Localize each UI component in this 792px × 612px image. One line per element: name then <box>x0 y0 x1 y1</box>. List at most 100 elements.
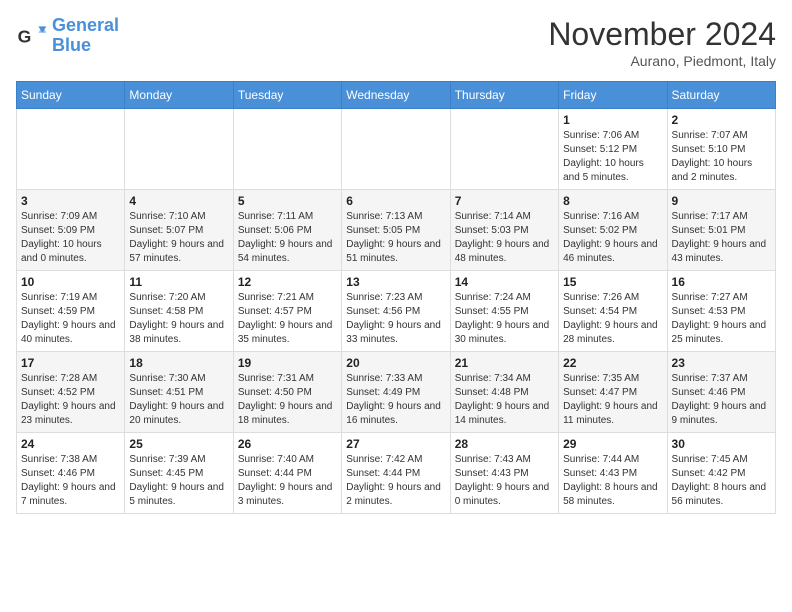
day-number: 20 <box>346 356 445 370</box>
day-header-friday: Friday <box>559 82 667 109</box>
day-header-thursday: Thursday <box>450 82 558 109</box>
day-info: Sunrise: 7:44 AM Sunset: 4:43 PM Dayligh… <box>563 453 662 509</box>
calendar-cell: 14 Sunrise: 7:24 AM Sunset: 4:55 PM Dayli… <box>450 271 558 352</box>
day-number: 5 <box>238 194 337 208</box>
day-info: Sunrise: 7:17 AM Sunset: 5:01 PM Dayligh… <box>672 210 771 266</box>
day-number: 2 <box>672 113 771 127</box>
day-info: Sunrise: 7:13 AM Sunset: 5:05 PM Dayligh… <box>346 210 445 266</box>
day-number: 9 <box>672 194 771 208</box>
calendar-cell: 21 Sunrise: 7:34 AM Sunset: 4:48 PM Dayli… <box>450 352 558 433</box>
day-number: 16 <box>672 275 771 289</box>
day-number: 24 <box>21 437 120 451</box>
calendar-cell <box>233 109 341 190</box>
calendar-cell: 27 Sunrise: 7:42 AM Sunset: 4:44 PM Dayli… <box>342 433 450 514</box>
day-number: 13 <box>346 275 445 289</box>
calendar-table: SundayMondayTuesdayWednesdayThursdayFrid… <box>16 81 776 514</box>
day-info: Sunrise: 7:11 AM Sunset: 5:06 PM Dayligh… <box>238 210 337 266</box>
day-info: Sunrise: 7:06 AM Sunset: 5:12 PM Dayligh… <box>563 129 662 185</box>
day-info: Sunrise: 7:31 AM Sunset: 4:50 PM Dayligh… <box>238 372 337 428</box>
calendar-cell: 30Sunrise: 7:45 AM Sunset: 4:42 PM Dayli… <box>667 433 775 514</box>
day-number: 15 <box>563 275 662 289</box>
day-header-tuesday: Tuesday <box>233 82 341 109</box>
day-number: 1 <box>563 113 662 127</box>
calendar-cell: 29 Sunrise: 7:44 AM Sunset: 4:43 PM Dayli… <box>559 433 667 514</box>
day-number: 18 <box>129 356 228 370</box>
day-header-sunday: Sunday <box>17 82 125 109</box>
day-number: 10 <box>21 275 120 289</box>
calendar-cell: 4 Sunrise: 7:10 AM Sunset: 5:07 PM Daylig… <box>125 190 233 271</box>
calendar-cell: 26 Sunrise: 7:40 AM Sunset: 4:44 PM Dayli… <box>233 433 341 514</box>
day-info: Sunrise: 7:19 AM Sunset: 4:59 PM Dayligh… <box>21 291 120 347</box>
calendar-cell: 19Sunrise: 7:31 AM Sunset: 4:50 PM Dayli… <box>233 352 341 433</box>
calendar-cell: 13 Sunrise: 7:23 AM Sunset: 4:56 PM Dayli… <box>342 271 450 352</box>
day-info: Sunrise: 7:35 AM Sunset: 4:47 PM Dayligh… <box>563 372 662 428</box>
calendar-cell: 17Sunrise: 7:28 AM Sunset: 4:52 PM Dayli… <box>17 352 125 433</box>
day-number: 3 <box>21 194 120 208</box>
day-number: 26 <box>238 437 337 451</box>
day-info: Sunrise: 7:21 AM Sunset: 4:57 PM Dayligh… <box>238 291 337 347</box>
day-header-monday: Monday <box>125 82 233 109</box>
day-number: 29 <box>563 437 662 451</box>
day-info: Sunrise: 7:30 AM Sunset: 4:51 PM Dayligh… <box>129 372 228 428</box>
day-number: 12 <box>238 275 337 289</box>
day-info: Sunrise: 7:28 AM Sunset: 4:52 PM Dayligh… <box>21 372 120 428</box>
day-info: Sunrise: 7:26 AM Sunset: 4:54 PM Dayligh… <box>563 291 662 347</box>
calendar-cell: 24 Sunrise: 7:38 AM Sunset: 4:46 PM Dayli… <box>17 433 125 514</box>
day-number: 27 <box>346 437 445 451</box>
day-info: Sunrise: 7:27 AM Sunset: 4:53 PM Dayligh… <box>672 291 771 347</box>
day-info: Sunrise: 7:34 AM Sunset: 4:48 PM Dayligh… <box>455 372 554 428</box>
day-header-saturday: Saturday <box>667 82 775 109</box>
day-number: 28 <box>455 437 554 451</box>
day-number: 23 <box>672 356 771 370</box>
calendar-cell: 12 Sunrise: 7:21 AM Sunset: 4:57 PM Dayli… <box>233 271 341 352</box>
day-number: 8 <box>563 194 662 208</box>
calendar-cell: 28 Sunrise: 7:43 AM Sunset: 4:43 PM Dayli… <box>450 433 558 514</box>
day-number: 14 <box>455 275 554 289</box>
day-number: 22 <box>563 356 662 370</box>
calendar-cell: 25Sunrise: 7:39 AM Sunset: 4:45 PM Dayli… <box>125 433 233 514</box>
day-info: Sunrise: 7:33 AM Sunset: 4:49 PM Dayligh… <box>346 372 445 428</box>
logo: G General Blue <box>16 16 119 56</box>
day-info: Sunrise: 7:10 AM Sunset: 5:07 PM Dayligh… <box>129 210 228 266</box>
day-info: Sunrise: 7:20 AM Sunset: 4:58 PM Dayligh… <box>129 291 228 347</box>
day-info: Sunrise: 7:24 AM Sunset: 4:55 PM Dayligh… <box>455 291 554 347</box>
day-header-wednesday: Wednesday <box>342 82 450 109</box>
calendar-cell: 16 Sunrise: 7:27 AM Sunset: 4:53 PM Dayli… <box>667 271 775 352</box>
day-info: Sunrise: 7:40 AM Sunset: 4:44 PM Dayligh… <box>238 453 337 509</box>
calendar-cell: 10 Sunrise: 7:19 AM Sunset: 4:59 PM Dayli… <box>17 271 125 352</box>
calendar-cell: 6 Sunrise: 7:13 AM Sunset: 5:05 PM Daylig… <box>342 190 450 271</box>
day-number: 11 <box>129 275 228 289</box>
day-number: 4 <box>129 194 228 208</box>
calendar-cell: 3 Sunrise: 7:09 AM Sunset: 5:09 PM Daylig… <box>17 190 125 271</box>
day-info: Sunrise: 7:07 AM Sunset: 5:10 PM Dayligh… <box>672 129 771 185</box>
logo-icon: G <box>16 20 48 52</box>
page-header: G General Blue November 2024 Aurano, Pie… <box>16 16 776 69</box>
day-info: Sunrise: 7:38 AM Sunset: 4:46 PM Dayligh… <box>21 453 120 509</box>
calendar-cell: 7Sunrise: 7:14 AM Sunset: 5:03 PM Daylig… <box>450 190 558 271</box>
month-title: November 2024 <box>548 16 776 53</box>
day-info: Sunrise: 7:42 AM Sunset: 4:44 PM Dayligh… <box>346 453 445 509</box>
calendar-cell: 1 Sunrise: 7:06 AM Sunset: 5:12 PM Daylig… <box>559 109 667 190</box>
day-info: Sunrise: 7:23 AM Sunset: 4:56 PM Dayligh… <box>346 291 445 347</box>
calendar-cell: 11 Sunrise: 7:20 AM Sunset: 4:58 PM Dayli… <box>125 271 233 352</box>
day-number: 6 <box>346 194 445 208</box>
day-info: Sunrise: 7:43 AM Sunset: 4:43 PM Dayligh… <box>455 453 554 509</box>
day-info: Sunrise: 7:14 AM Sunset: 5:03 PM Dayligh… <box>455 210 554 266</box>
calendar-cell: 9 Sunrise: 7:17 AM Sunset: 5:01 PM Daylig… <box>667 190 775 271</box>
calendar-cell: 18 Sunrise: 7:30 AM Sunset: 4:51 PM Dayli… <box>125 352 233 433</box>
calendar-cell: 2 Sunrise: 7:07 AM Sunset: 5:10 PM Daylig… <box>667 109 775 190</box>
day-info: Sunrise: 7:39 AM Sunset: 4:45 PM Dayligh… <box>129 453 228 509</box>
calendar-cell <box>342 109 450 190</box>
calendar-cell <box>450 109 558 190</box>
day-info: Sunrise: 7:37 AM Sunset: 4:46 PM Dayligh… <box>672 372 771 428</box>
calendar-cell <box>125 109 233 190</box>
calendar-cell: 22 Sunrise: 7:35 AM Sunset: 4:47 PM Dayli… <box>559 352 667 433</box>
calendar-cell: 5 Sunrise: 7:11 AM Sunset: 5:06 PM Daylig… <box>233 190 341 271</box>
day-info: Sunrise: 7:09 AM Sunset: 5:09 PM Dayligh… <box>21 210 120 266</box>
day-number: 21 <box>455 356 554 370</box>
day-info: Sunrise: 7:16 AM Sunset: 5:02 PM Dayligh… <box>563 210 662 266</box>
svg-text:G: G <box>18 26 32 46</box>
calendar-cell: 15 Sunrise: 7:26 AM Sunset: 4:54 PM Dayli… <box>559 271 667 352</box>
calendar-cell: 20 Sunrise: 7:33 AM Sunset: 4:49 PM Dayli… <box>342 352 450 433</box>
logo-text: General Blue <box>52 16 119 56</box>
